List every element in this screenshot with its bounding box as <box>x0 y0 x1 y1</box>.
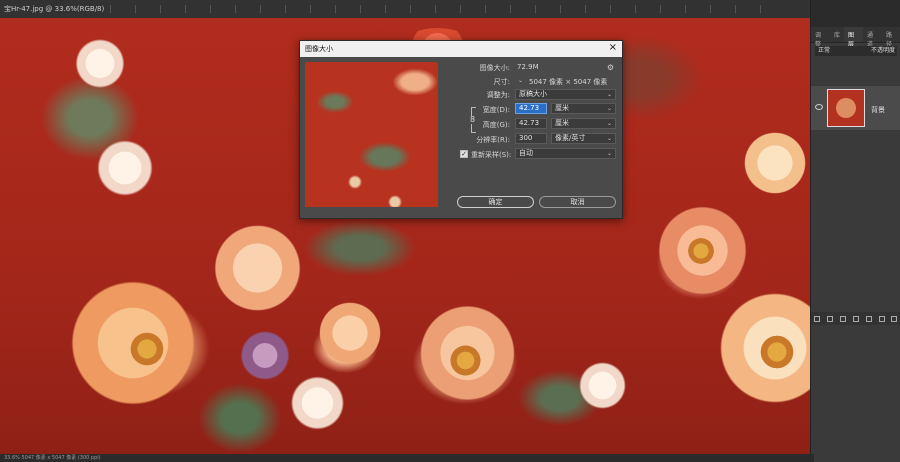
flower-center <box>448 343 483 378</box>
link-layers-icon[interactable] <box>814 315 821 322</box>
dimensions-value: 5047 像素 × 5047 像素 <box>529 78 608 86</box>
image-size-label: 图像大小: <box>479 64 510 72</box>
layer-name: 背景 <box>871 106 885 114</box>
resample-label: 重新采样(S): <box>471 151 512 159</box>
tab-channels[interactable]: 通道 <box>863 27 882 48</box>
height-unit-value: 厘米 <box>555 119 569 127</box>
layer-row-background[interactable]: 背景 <box>811 86 900 130</box>
fit-to-label: 调整为: <box>486 91 510 99</box>
flower-motif <box>205 223 310 313</box>
flower-motif <box>235 328 295 383</box>
panel-tabs: 调整 库 图层 通道 路径 <box>811 27 900 48</box>
height-label: 高度(G): <box>482 121 510 129</box>
eye-icon[interactable] <box>815 104 823 110</box>
width-unit-value: 厘米 <box>555 104 569 112</box>
folder-icon[interactable] <box>865 315 872 322</box>
new-layer-icon[interactable] <box>878 315 885 322</box>
flower-motif <box>90 138 160 198</box>
flower-motif <box>315 298 385 368</box>
flower-motif <box>740 128 810 198</box>
opacity-label: 不透明度 <box>870 47 895 54</box>
resample-value: 自动 <box>519 149 533 157</box>
chevron-down-icon: ⌄ <box>606 150 612 157</box>
flower-center <box>128 330 166 368</box>
document-tab-title[interactable]: 宝Hr-47.jpg @ 33.6%(RGB/8) <box>4 4 104 14</box>
trash-icon[interactable] <box>891 315 898 322</box>
chevron-down-icon: ⌄ <box>606 105 612 112</box>
height-unit-select[interactable]: 厘米 ⌄ <box>551 118 616 129</box>
flower-motif <box>575 358 630 413</box>
fx-icon[interactable] <box>827 315 834 322</box>
resample-select[interactable]: 自动 ⌄ <box>515 148 616 159</box>
image-size-dialog: 图像大小 × ⚙ 图像大小: 72.9M 尺寸: ⌄ 5047 像素 × 504… <box>299 40 623 219</box>
fit-to-select[interactable]: 原稿大小 ⌄ <box>515 89 616 100</box>
chevron-down-icon: ⌄ <box>606 120 612 127</box>
chevron-down-icon: ⌄ <box>606 135 612 142</box>
layers-panel-footer <box>811 312 900 325</box>
layer-thumbnail <box>827 89 865 127</box>
close-icon[interactable]: × <box>609 42 617 54</box>
resolution-unit-value: 像素/英寸 <box>555 134 586 142</box>
fit-to-value: 原稿大小 <box>519 90 547 98</box>
horizontal-ruler <box>110 5 762 13</box>
document-tab-bar: 宝Hr-47.jpg @ 33.6%(RGB/8) <box>0 0 810 18</box>
dialog-titlebar[interactable]: 图像大小 × <box>300 41 622 57</box>
dimensions-label: 尺寸: <box>493 78 510 86</box>
tab-libraries[interactable]: 库 <box>830 27 844 42</box>
width-unit-select[interactable]: 厘米 ⌄ <box>551 103 616 114</box>
cancel-button[interactable]: 取消 <box>539 196 616 208</box>
resolution-input[interactable]: 300 <box>515 133 547 144</box>
flower-motif <box>285 373 350 433</box>
height-input[interactable]: 42.73 <box>515 118 547 129</box>
resolution-unit-select[interactable]: 像素/英寸 ⌄ <box>551 133 616 144</box>
blend-mode-select[interactable]: 正常 不透明度 <box>815 46 897 56</box>
mask-icon[interactable] <box>840 315 847 322</box>
adjustment-icon[interactable] <box>852 315 859 322</box>
chevron-down-icon[interactable]: ⌄ <box>518 77 523 84</box>
flower-center <box>686 236 716 266</box>
tab-adjustments[interactable]: 调整 <box>811 27 830 48</box>
resolution-label: 分辨率(R): <box>476 136 510 144</box>
chevron-down-icon: ⌄ <box>606 91 612 98</box>
flower-motif <box>70 36 130 91</box>
blend-mode-value: 正常 <box>818 47 831 54</box>
panel-toolbar <box>811 0 900 27</box>
image-size-value: 72.9M <box>517 63 539 71</box>
dialog-title: 图像大小 <box>305 45 333 53</box>
width-input[interactable]: 42.73 <box>515 103 547 114</box>
flower-center <box>758 333 796 371</box>
tab-layers[interactable]: 图层 <box>844 27 864 48</box>
layers-panel: 调整 库 图层 通道 路径 正常 不透明度 背景 <box>810 0 900 462</box>
width-label: 宽度(D): <box>482 106 510 114</box>
status-bar: 33.6% 5047 像素 x 5047 像素 (300 ppi) <box>0 454 814 462</box>
image-preview[interactable] <box>305 62 438 207</box>
tab-paths[interactable]: 路径 <box>882 27 900 48</box>
ok-button[interactable]: 确定 <box>457 196 534 208</box>
gear-icon[interactable]: ⚙ <box>607 63 614 72</box>
resample-checkbox[interactable]: ✓ <box>460 150 468 158</box>
